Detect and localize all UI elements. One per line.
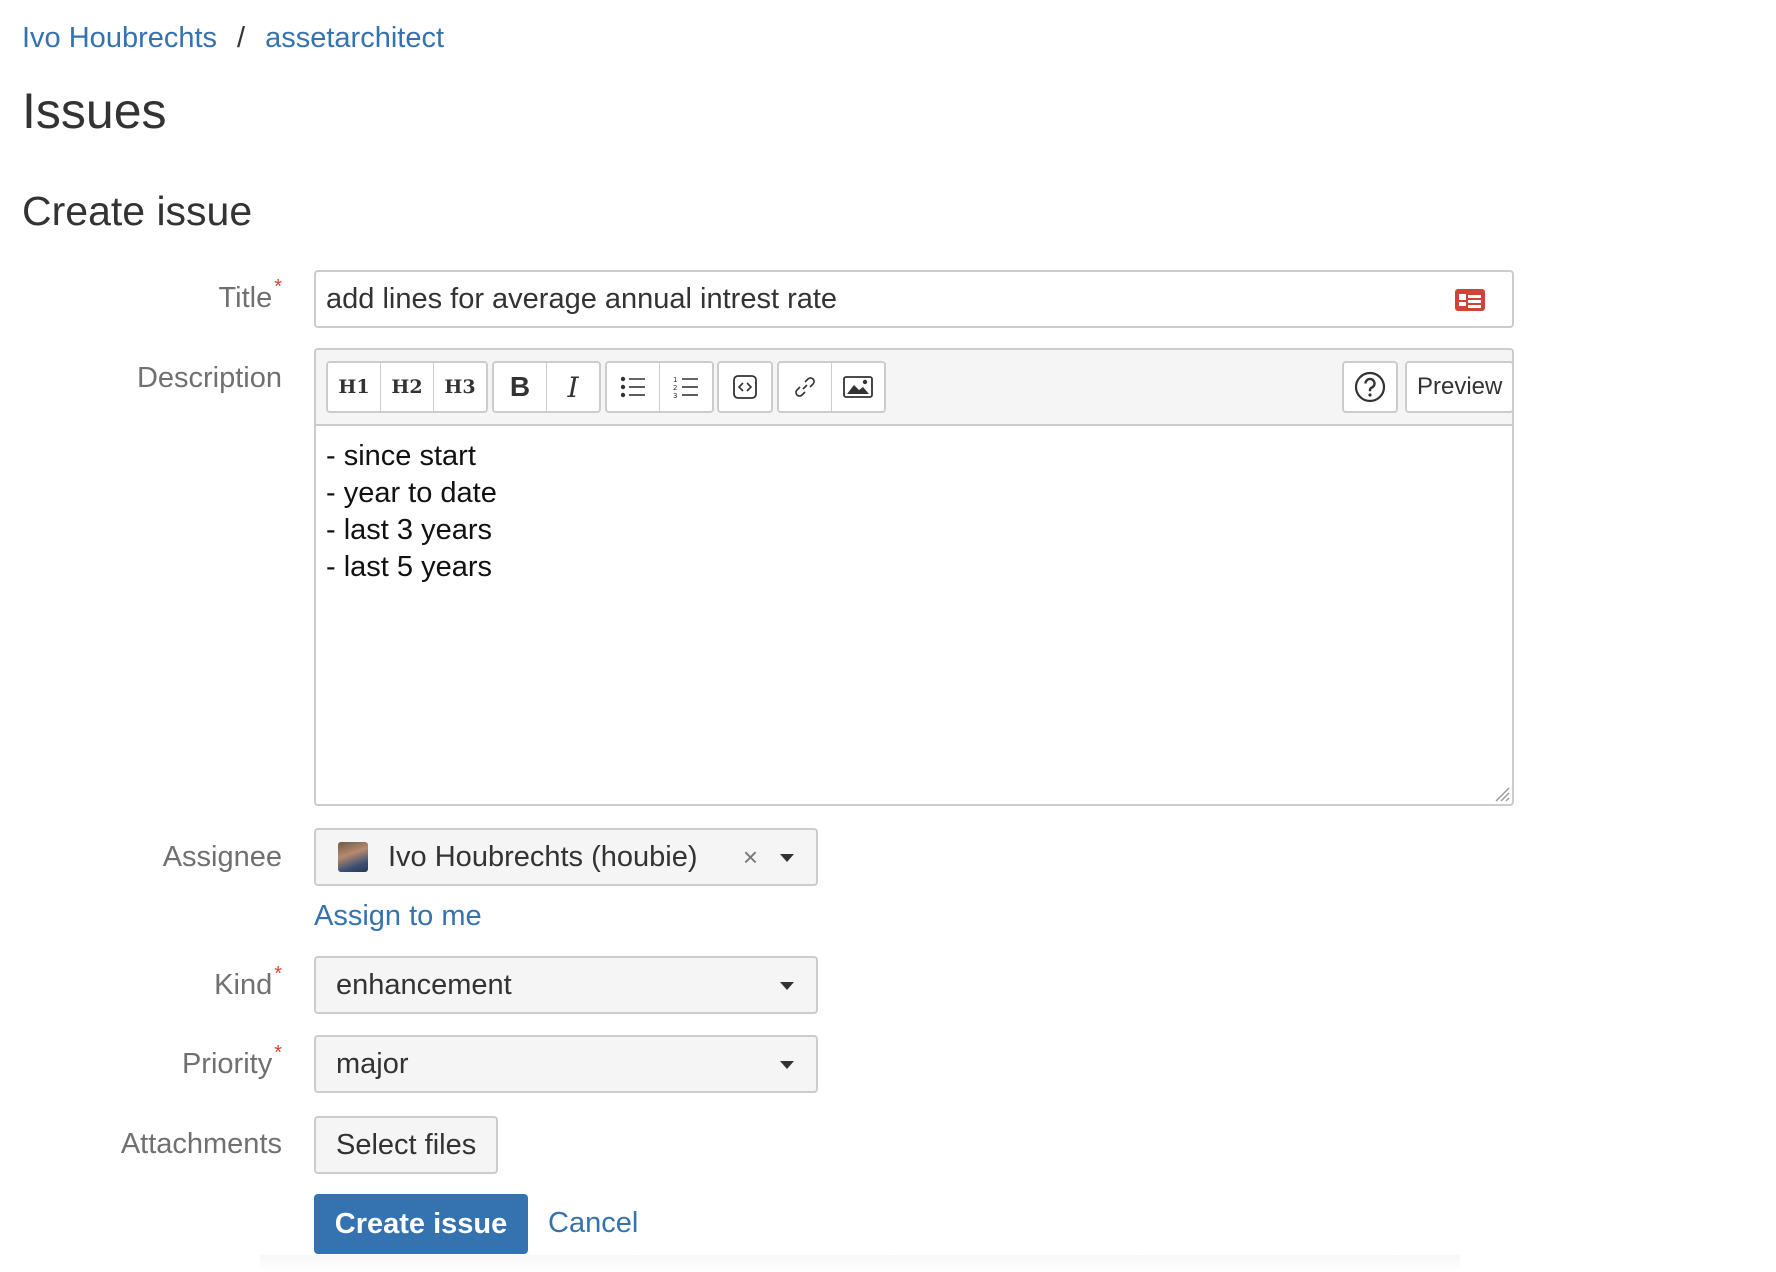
- title-label: Title *: [218, 276, 282, 314]
- preview-button[interactable]: Preview: [1407, 363, 1512, 411]
- title-input[interactable]: add lines for average annual intrest rat…: [314, 270, 1514, 328]
- required-marker: *: [274, 276, 282, 298]
- list-button-group: 1 2 3: [605, 361, 714, 413]
- kind-label: Kind *: [214, 963, 282, 1001]
- h3-button[interactable]: H3: [434, 363, 486, 411]
- clear-icon[interactable]: ×: [743, 842, 758, 873]
- create-issue-button[interactable]: Create issue: [314, 1194, 528, 1254]
- bullet-list-icon: [620, 376, 645, 398]
- help-icon: [1354, 371, 1386, 403]
- numbered-list-button[interactable]: 1 2 3: [660, 363, 712, 411]
- bullet-list-button[interactable]: [607, 363, 660, 411]
- description-line: - last 3 years: [326, 514, 492, 546]
- required-marker: *: [274, 1042, 282, 1064]
- priority-value: major: [336, 1047, 409, 1080]
- priority-label: Priority *: [181, 1042, 282, 1080]
- image-icon: [843, 376, 873, 398]
- heading-button-group: H1 H2 H3: [326, 361, 488, 413]
- preview-button-group: Preview: [1405, 361, 1512, 413]
- kind-select[interactable]: enhancement: [314, 956, 818, 1014]
- code-button-group: [717, 361, 773, 413]
- assign-to-me-link[interactable]: Assign to me: [314, 900, 482, 933]
- svg-text:2: 2: [673, 384, 677, 392]
- breadcrumb-user-link[interactable]: Ivo Houbrechts: [22, 22, 217, 54]
- cancel-link[interactable]: Cancel: [548, 1207, 638, 1240]
- kind-value: enhancement: [336, 968, 512, 1001]
- svg-text:3: 3: [673, 392, 677, 399]
- avatar: [338, 842, 368, 872]
- description-line: - year to date: [326, 477, 497, 509]
- required-marker: *: [274, 963, 282, 985]
- footer-shadow: [260, 1255, 1460, 1272]
- format-button-group: B I: [492, 361, 601, 413]
- page-title: Issues: [22, 83, 167, 139]
- contact-card-icon[interactable]: [1454, 288, 1486, 312]
- editor-toolbar: H1 H2 H3 B I 1 2 3 Preview: [316, 350, 1512, 426]
- chevron-down-icon[interactable]: [780, 982, 794, 990]
- select-files-button[interactable]: Select files: [314, 1116, 499, 1174]
- description-editor[interactable]: H1 H2 H3 B I 1 2 3 Preview - since start…: [314, 348, 1514, 806]
- description-line: - since start: [326, 440, 476, 472]
- link-button[interactable]: [779, 363, 832, 411]
- assignee-label: Assignee: [162, 841, 282, 873]
- svg-text:1: 1: [673, 376, 677, 384]
- breadcrumb-repo-link[interactable]: assetarchitect: [265, 22, 444, 54]
- code-button[interactable]: [719, 363, 771, 411]
- bold-button[interactable]: B: [494, 363, 547, 411]
- link-icon: [795, 377, 815, 397]
- insert-button-group: [777, 361, 886, 413]
- breadcrumb-separator: /: [237, 22, 246, 54]
- italic-button[interactable]: I: [547, 363, 599, 411]
- priority-select[interactable]: major: [314, 1035, 818, 1093]
- numbered-list-icon: 1 2 3: [673, 376, 698, 399]
- help-button-group: [1342, 361, 1398, 413]
- image-button[interactable]: [832, 363, 884, 411]
- h2-button[interactable]: H2: [381, 363, 434, 411]
- breadcrumb: Ivo Houbrechts / assetarchitect: [22, 22, 444, 55]
- chevron-down-icon[interactable]: [780, 854, 794, 862]
- assignee-value: Ivo Houbrechts (houbie): [388, 840, 698, 873]
- title-input-value: add lines for average annual intrest rat…: [326, 282, 838, 315]
- section-title: Create issue: [22, 188, 253, 234]
- description-label: Description: [136, 362, 282, 394]
- resize-grip-icon[interactable]: [1490, 782, 1510, 802]
- help-button[interactable]: [1344, 363, 1396, 411]
- h1-button[interactable]: H1: [328, 363, 381, 411]
- code-icon: [733, 375, 757, 399]
- chevron-down-icon[interactable]: [780, 1061, 794, 1069]
- description-text[interactable]: - since start - year to date - last 3 ye…: [316, 426, 1512, 598]
- assignee-select[interactable]: Ivo Houbrechts (houbie) ×: [314, 828, 818, 886]
- description-line: - last 5 years: [326, 551, 492, 583]
- attachments-label: Attachments: [120, 1128, 282, 1160]
